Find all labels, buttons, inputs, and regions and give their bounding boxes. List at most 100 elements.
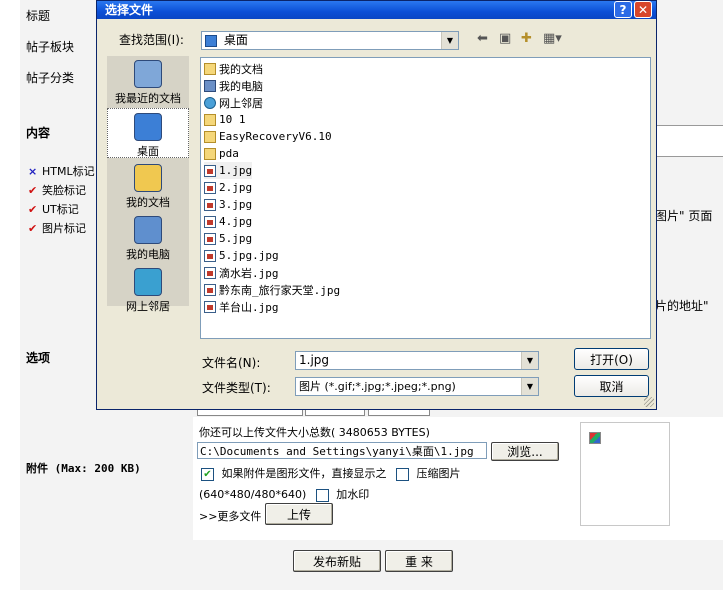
filetype-value: 图片 (*.gif;*.jpg;*.jpeg;*.png) [299,380,456,393]
file-list-item[interactable]: 网上邻居 [204,94,263,111]
chevron-down-icon[interactable]: ▼ [521,378,538,395]
category-label: 帖子分类 [26,71,75,85]
file-list-item[interactable]: 5.jpg [204,230,252,247]
place-label: 我的文档 [126,196,170,209]
folder-icon [204,62,216,75]
my-documents-icon [134,164,162,192]
flag-status-icon: × [28,165,38,178]
file-list-item[interactable]: 10 1 [204,111,246,128]
place-my-computer[interactable]: 我的电脑 [107,212,189,262]
place-label: 桌面 [137,145,159,158]
open-button[interactable]: 打开(O) [574,348,649,370]
place-desktop[interactable]: 桌面 [107,108,189,158]
place-label: 我最近的文档 [115,92,181,105]
file-list-item[interactable]: EasyRecoveryV6.10 [204,128,332,145]
file-name: 5.jpg [219,232,253,245]
markup-flag-item: ✔ 笑脸标记 [28,182,86,198]
image-hint-text: 图片" 页面 [655,209,713,223]
image-file-icon [204,266,216,279]
flag-label: HTML标记 [42,165,95,178]
file-list-item[interactable]: 3.jpg [204,196,252,213]
file-name: 10 1 [219,113,246,126]
place-recent-documents[interactable]: 我最近的文档 [107,56,189,106]
up-folder-icon[interactable]: ▣ [499,31,511,46]
file-list-item[interactable]: pda [204,145,239,162]
flag-label: UT标记 [42,203,79,216]
cancel-button[interactable]: 取消 [574,375,649,397]
view-menu-icon[interactable]: ▦▾ [543,31,562,46]
image-file-icon [204,283,216,296]
publish-button[interactable]: 发布新贴 [293,550,381,572]
place-network-places[interactable]: 网上邻居 [107,264,189,314]
flag-label: 笑脸标记 [42,184,86,197]
filetype-dropdown[interactable]: 图片 (*.gif;*.jpg;*.jpeg;*.png) ▼ [295,377,539,396]
compress-checkbox[interactable] [396,467,409,481]
file-list-item[interactable]: 滴水岩.jpg [204,264,279,281]
file-list-item[interactable]: 羊台山.jpg [204,298,279,315]
attachment-label: 附件 (Max: 200 KB) [26,462,141,475]
upload-button[interactable]: 上传 [265,503,333,525]
places-bar: 我最近的文档 桌面我的文档我的电脑网上邻居 [107,56,189,313]
file-list-item[interactable]: 4.jpg [204,213,252,230]
image-file-icon [204,249,216,262]
markup-flag-item: × HTML标记 [28,163,95,179]
watermark-checkbox[interactable] [315,488,329,502]
filetype-label: 文件类型(T): [202,381,271,395]
file-name: 羊台山.jpg [219,300,279,314]
network-places-icon [204,96,216,109]
reset-button[interactable]: 重 来 [385,550,453,572]
filename-input[interactable]: 1.jpg ▼ [295,351,539,370]
close-button[interactable]: ✕ [634,1,652,18]
content-label: 内容 [26,126,51,140]
image-file-icon [204,300,216,313]
title-label: 标题 [26,9,51,23]
options-label: 选项 [26,351,51,365]
desktop-icon [134,113,162,141]
my-computer-icon [134,216,162,244]
file-list-item[interactable]: 我的文档 [204,60,263,77]
file-list-item[interactable]: 1.jpg [204,162,253,179]
attachment-path-input[interactable]: C:\Documents and Settings\yanyi\桌面\1.jpg [197,442,487,459]
content-editor-edge[interactable] [655,125,723,157]
broken-image-icon [589,432,601,444]
markup-flag-item: ✔ UT标记 [28,201,79,217]
image-file-icon [204,215,216,228]
file-name: pda [219,147,239,160]
file-name: 3.jpg [219,198,253,211]
place-label: 网上邻居 [126,300,170,313]
board-label: 帖子板块 [26,40,75,54]
dialog-title: 选择文件 [105,3,154,17]
more-files-link[interactable]: >>更多文件 [199,508,261,524]
recent-documents-icon [134,60,162,88]
file-list[interactable]: 我的文档我的电脑网上邻居 10 1 EasyRecoveryV6.10 pda 1.jp… [200,57,651,339]
markup-flag-item: ✔ 图片标记 [28,220,86,236]
place-label: 我的电脑 [126,248,170,261]
chevron-down-icon[interactable]: ▼ [441,32,458,49]
folder-icon [204,147,216,160]
chevron-down-icon[interactable]: ▼ [521,352,538,369]
direct-show-checkbox[interactable]: ✔ [201,467,214,481]
file-list-item[interactable]: 我的电脑 [204,77,263,94]
file-name: 我的文档 [219,62,263,76]
file-list-item[interactable]: 黔东南_旅行家天堂.jpg [204,281,340,298]
file-name: 我的电脑 [219,79,263,93]
file-name: EasyRecoveryV6.10 [219,130,332,143]
place-my-documents[interactable]: 我的文档 [107,160,189,210]
help-button[interactable]: ? [614,1,632,18]
file-list-item[interactable]: 2.jpg [204,179,252,196]
file-name: 滴水岩.jpg [219,266,279,280]
flag-label: 图片标记 [42,222,86,235]
look-in-label: 查找范围(I): [119,33,184,47]
file-name: 网上邻居 [219,96,263,110]
flag-status-icon: ✔ [28,184,38,197]
dialog-titlebar[interactable]: 选择文件 ? ✕ [97,1,656,19]
file-list-item[interactable]: 5.jpg.jpg [204,247,279,264]
look-in-dropdown[interactable]: 桌面 ▼ [201,31,459,50]
image-preview [580,422,670,526]
new-folder-icon[interactable]: ✚ [521,31,532,46]
resize-grip-icon[interactable] [644,397,654,407]
direct-show-label: 如果附件是图形文件，直接显示之 [221,467,387,480]
image-file-icon [204,164,216,177]
back-icon[interactable]: ⬅ [477,31,488,46]
browse-button[interactable]: 浏览... [491,442,559,461]
